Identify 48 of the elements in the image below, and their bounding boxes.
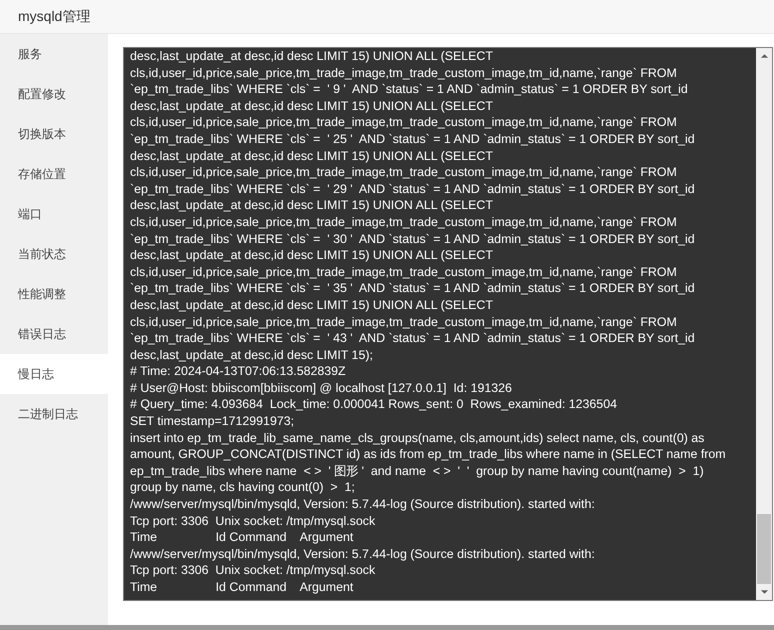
log-line: cls,id,user_id,price,sale_price,tm_trade_image,tm_trade_custom_image,tm_id,name,`range` FROM bbox=[130, 114, 678, 131]
sidebar-item[interactable]: 配置修改 bbox=[0, 74, 108, 114]
log-line: `ep_tm_trade_libs` WHERE `cls` = ' 43 ' AND `status` = 1 AND `admin_status` = 1 ORDER BY sort_id bbox=[130, 330, 696, 347]
sidebar-item[interactable]: 存储位置 bbox=[0, 154, 108, 194]
log-line: desc,last_update_at desc,id desc LIMIT 15) UNION ALL (SELECT bbox=[130, 48, 494, 65]
log-line: amount, GROUP_CONCAT(DISTINCT id) as ids from ep_tm_trade_libs where name in (SELECT name from bbox=[130, 446, 727, 463]
log-line: cls,id,user_id,price,sale_price,tm_trade_image,tm_trade_custom_image,tm_id,name,`range` FROM bbox=[130, 64, 678, 82]
log-line: desc,last_update_at desc,id desc LIMIT 15) UNION ALL (SELECT bbox=[130, 98, 494, 114]
log-line: desc,last_update_at desc,id desc LIMIT 15); bbox=[130, 346, 374, 364]
log-line: SET timestamp=1712991973; bbox=[130, 413, 296, 430]
log-line: Tcp port: 3306 Unix socket: /tmp/mysql.sock bbox=[130, 562, 376, 579]
sidebar-item[interactable]: 二进制日志 bbox=[0, 394, 108, 434]
log-line: `ep_tm_trade_libs` WHERE `cls` = ' 35 ' AND `status` = 1 AND `admin_status` = 1 ORDER BY sort_id bbox=[130, 280, 696, 297]
sidebar-item[interactable]: 服务 bbox=[0, 34, 108, 74]
sidebar-item[interactable]: 端口 bbox=[0, 194, 108, 234]
log-line: `ep_tm_trade_libs` WHERE `cls` = ' 9 ' AND `status` = 1 AND `admin_status` = 1 ORDER BY sort_id bbox=[130, 81, 689, 98]
log-line: `ep_tm_trade_libs` WHERE `cls` = ' 29 ' AND `status` = 1 AND `admin_status` = 1 ORDER BY sort_id bbox=[130, 180, 696, 198]
log-line: cls,id,user_id,price,sale_price,tm_trade_image,tm_trade_custom_image,tm_id,name,`range` FROM bbox=[130, 164, 678, 181]
scroll-down-icon[interactable] bbox=[760, 589, 768, 595]
sidebar-item[interactable]: 性能调整 bbox=[0, 274, 108, 314]
log-line: `ep_tm_trade_libs` WHERE `cls` = ' 30 ' AND `status` = 1 AND `admin_status` = 1 ORDER BY sort_id bbox=[130, 230, 696, 248]
sidebar-item[interactable]: 错误日志 bbox=[0, 314, 108, 354]
log-line: Tcp port: 3306 Unix socket: /tmp/mysql.sock bbox=[130, 512, 376, 530]
scrollbar-thumb[interactable] bbox=[757, 514, 771, 584]
log-line: desc,last_update_at desc,id desc LIMIT 15) UNION ALL (SELECT bbox=[130, 247, 494, 264]
log-line: cls,id,user_id,price,sale_price,tm_trade_image,tm_trade_custom_image,tm_id,name,`range` FROM bbox=[130, 264, 678, 280]
log-line: # Query_time: 4.093684 Lock_time: 0.000041 Rows_sent: 0 Rows_examined: 1236504 bbox=[130, 396, 618, 414]
log-line: `ep_tm_trade_libs` WHERE `cls` = ' 25 ' AND `status` = 1 AND `admin_status` = 1 ORDER BY sort_id bbox=[130, 130, 696, 148]
sidebar-item[interactable]: 慢日志 bbox=[0, 354, 108, 394]
log-line: desc,last_update_at desc,id desc LIMIT 15) UNION ALL (SELECT bbox=[130, 148, 494, 164]
log-line: desc,last_update_at desc,id desc LIMIT 15) UNION ALL (SELECT bbox=[130, 296, 494, 314]
scrollbar[interactable] bbox=[756, 48, 772, 600]
log-line: desc,last_update_at desc,id desc LIMIT 15) UNION ALL (SELECT bbox=[130, 197, 494, 214]
log-line: insert into ep_tm_trade_lib_same_name_cls_groups(name, cls,amount,ids) select name, cls, count(0) as bbox=[130, 430, 706, 446]
log-line: group by name, cls having count(0) > 1; bbox=[130, 479, 356, 496]
log-line: /www/server/mysql/bin/mysqld, Version: 5.7.44-log (Source distribution). started with: bbox=[130, 546, 596, 562]
log-line: cls,id,user_id,price,sale_price,tm_trade_image,tm_trade_custom_image,tm_id,name,`range` FROM bbox=[130, 314, 678, 330]
sidebar-item[interactable]: 当前状态 bbox=[0, 234, 108, 274]
log-line: Time Id Command Argument bbox=[130, 579, 354, 596]
log-line: # User@Host: bbiiscom[bbiiscom] @ localhost [127.0.0.1] Id: 191326 bbox=[130, 380, 513, 396]
window-title: mysqld管理 bbox=[18, 8, 90, 26]
scroll-up-icon[interactable] bbox=[760, 53, 768, 59]
log-line: cls,id,user_id,price,sale_price,tm_trade_image,tm_trade_custom_image,tm_id,name,`range` FROM bbox=[130, 214, 678, 231]
log-line: # Time: 2024-04-13T07:06:13.582839Z bbox=[130, 363, 347, 380]
sidebar-item[interactable]: 切换版本 bbox=[0, 114, 108, 154]
log-line: Time Id Command Argument bbox=[130, 529, 354, 546]
log-line: ep_tm_trade_libs where name < > ' 图形 ' and name < > ' ' group by name having count(name) > 1) bbox=[130, 462, 705, 480]
log-line: /www/server/mysql/bin/mysqld, Version: 5.7.44-log (Source distribution). started with: bbox=[130, 496, 596, 513]
